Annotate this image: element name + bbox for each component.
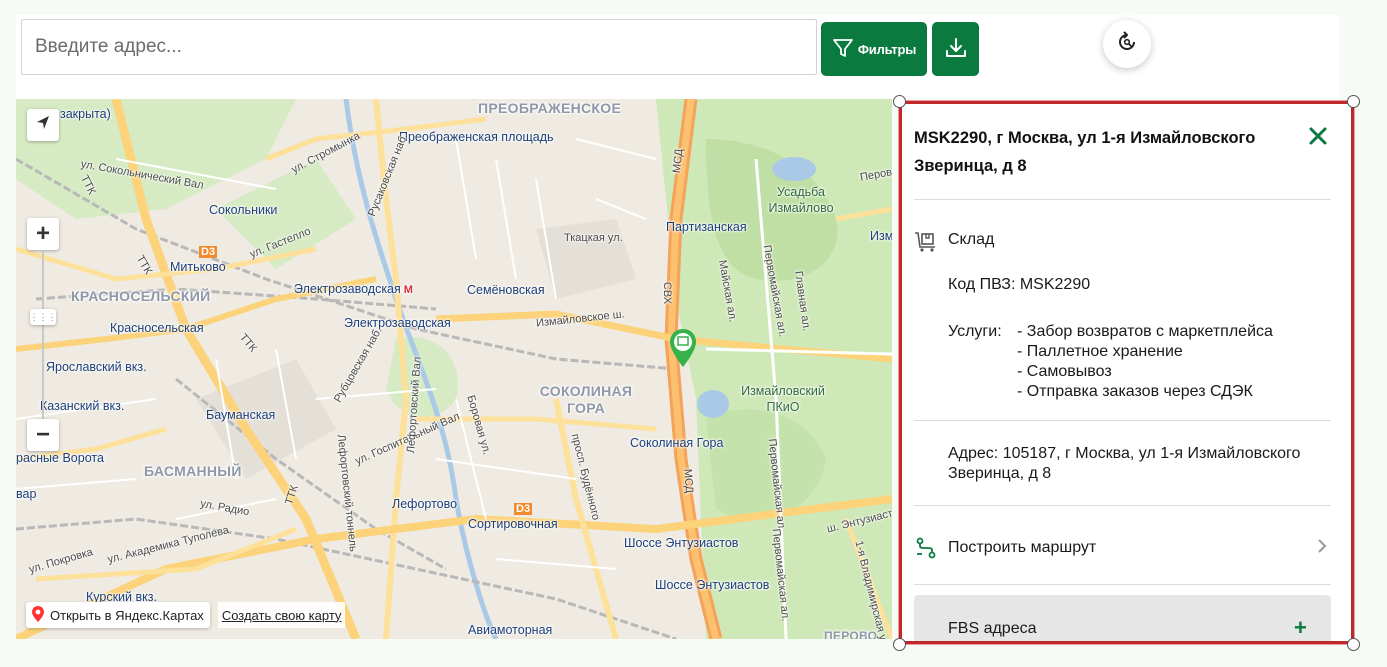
d3-line-badge: D3 <box>199 246 218 258</box>
route-icon <box>914 536 948 560</box>
refresh-location-icon <box>1114 29 1140 60</box>
metro-station-label: Шоссе Энтузиастов <box>624 536 739 550</box>
metro-station-label: Соколиная Гора <box>630 436 724 450</box>
map-pin-icon <box>31 605 45 626</box>
divider <box>914 505 1331 506</box>
open-in-yandex-button[interactable]: Открыть в Яндекс.Картах <box>26 602 210 628</box>
point-address: Адрес: 105187, г Москва, ул 1-я Измайлов… <box>948 445 1301 482</box>
navigation-arrow-icon <box>34 114 52 137</box>
divider <box>914 199 1331 200</box>
divider <box>914 420 1331 421</box>
chevron-right-icon <box>1315 537 1329 560</box>
zoom-slider-track[interactable] <box>42 250 44 420</box>
metro-station-label: Красносельская <box>110 321 204 335</box>
park-label: Усадьба Измайлово <box>768 185 834 215</box>
resize-handle-bottom-right[interactable] <box>1347 638 1360 651</box>
warehouse-cart-icon <box>914 229 938 258</box>
metro-station-label: Электрозаводская М <box>294 282 413 296</box>
zoom-slider-handle[interactable]: ⋮⋮⋮ <box>30 309 57 325</box>
resize-handle-top-right[interactable] <box>1347 95 1360 108</box>
download-button[interactable] <box>932 22 979 76</box>
services-block: Услуги: - Забор возвратов с маркетплейса… <box>948 322 1273 402</box>
map-label: Изм <box>870 229 892 243</box>
metro-station-label: Сортировочная <box>468 517 558 531</box>
street-label: МСД <box>670 148 686 174</box>
plus-icon[interactable]: + <box>1294 615 1307 641</box>
metro-station-label: Лефортово <box>392 497 458 511</box>
street-label: МСД <box>681 468 695 494</box>
metro-station-label: Митьково <box>170 260 226 274</box>
district-label: СОКОЛИНАЯ ГОРА <box>539 383 633 416</box>
metro-station-label: Семёновская <box>467 283 545 297</box>
metro-station-label: Шоссе Энтузиастов <box>655 578 770 592</box>
filters-button[interactable]: Фильтры <box>821 22 927 76</box>
district-label: БАСМАННЫЙ <box>144 463 242 479</box>
metro-station-label: Бауманская <box>206 408 276 422</box>
filters-label: Фильтры <box>857 41 917 57</box>
locate-me-button[interactable] <box>27 109 59 141</box>
metro-station-label: Электрозаводская <box>344 316 451 330</box>
fbs-addresses-label: FBS адреса <box>948 620 1037 637</box>
metro-station-label: Сокольники <box>209 203 278 217</box>
service-item: - Самовывоз <box>1017 363 1112 380</box>
metro-station-label: Казанский вкз. <box>40 399 125 413</box>
fbs-addresses-section[interactable]: FBS адреса + <box>914 595 1331 641</box>
create-map-link[interactable]: Создать свою карту <box>217 602 346 628</box>
district-label: ПЕРОВО <box>824 629 878 639</box>
close-icon <box>1308 126 1328 151</box>
resize-handle-bottom-left[interactable] <box>893 638 906 651</box>
panel-title: MSK2290, г Москва, ул 1-я Измайловского … <box>914 129 1256 175</box>
warehouse-map-marker[interactable] <box>668 327 698 376</box>
map-view[interactable]: ПРЕОБРАЖЕНСКОЕ КРАСНОСЕЛЬСКИЙ СОКОЛИНАЯ … <box>16 99 892 639</box>
zoom-out-button[interactable]: − <box>27 419 59 451</box>
build-route-label: Построить маршрут <box>948 539 1097 556</box>
point-type-label: Склад <box>948 231 995 248</box>
metro-station-label: расные Ворота <box>16 451 104 465</box>
open-in-yandex-label: Открыть в Яндекс.Картах <box>50 607 204 623</box>
metro-station-label: Ярославский вкз. <box>46 360 147 374</box>
pickup-point-panel: MSK2290, г Москва, ул 1-я Измайловского … <box>899 101 1354 644</box>
district-label: ПРЕОБРАЖЕНСКОЕ <box>478 100 622 116</box>
d3-line-badge: D3 <box>514 503 533 515</box>
park-label: Измайловский ПКиО <box>741 384 825 414</box>
zoom-in-button[interactable]: + <box>27 218 59 250</box>
funnel-icon <box>832 37 854 62</box>
street-label: СВХ <box>661 281 674 305</box>
metro-station-label: Партизанская <box>666 220 747 234</box>
map-label: вар <box>16 487 37 501</box>
refresh-location-button[interactable] <box>1103 20 1151 68</box>
service-item: - Отправка заказов через СДЭК <box>1017 383 1253 400</box>
district-label: КРАСНОСЕЛЬСКИЙ <box>71 288 211 304</box>
build-route-button[interactable]: Построить маршрут <box>914 532 1331 564</box>
close-button[interactable] <box>1304 124 1332 152</box>
divider <box>914 584 1331 585</box>
street-label: Ткацкая ул. <box>564 232 623 244</box>
services-label: Услуги: <box>948 323 1002 340</box>
point-code: Код ПВЗ: MSK2290 <box>948 276 1091 293</box>
metro-station-label: Преображенская площадь <box>399 130 554 144</box>
service-item: - Паллетное хранение <box>1017 343 1183 360</box>
download-icon <box>944 36 968 63</box>
resize-handle-top-left[interactable] <box>893 95 906 108</box>
service-item: - Забор возвратов с маркетплейса <box>1017 323 1273 340</box>
map-label: закрыта) <box>60 107 111 121</box>
metro-station-label: Авиамоторная <box>468 623 553 637</box>
address-search-input[interactable] <box>21 19 817 75</box>
